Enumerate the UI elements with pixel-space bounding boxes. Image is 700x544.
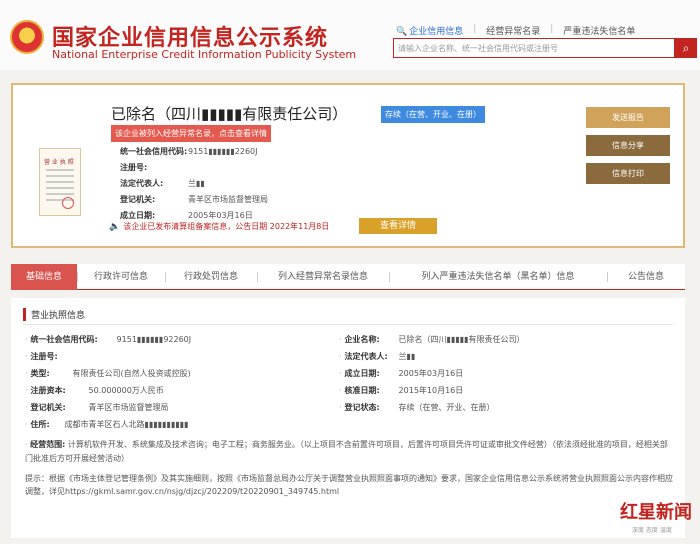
site-header: 国家企业信用信息公示系统 National Enterprise Credit … [0,0,700,70]
found-date-label: 成立日期: [120,210,156,220]
field-value: 青羊区市场监督管理局 [88,403,169,412]
summary-row-reg-no: 注册号: [120,159,268,175]
field-value: 2015年10月16日 [398,386,464,395]
liquidation-notice: 🔈 该企业已发布清算组备案信息，公告日期 2022年11月8日 [109,221,329,232]
summary-row-legal-rep: 法定代表人: 兰▮▮ [120,175,268,191]
field-value: 9151▮▮▮▮▮▮92260J [116,335,192,344]
watermark-slogan: 深度 态度 温度 [632,527,672,534]
legal-rep-value: 兰▮▮ [188,178,205,188]
field-reg-no: · 注册号: [25,351,117,362]
tab-basic-info[interactable]: 基础信息 [11,264,77,290]
company-summary: 统一社会信用代码: 9151▮▮▮▮▮▮2260J 注册号: 法定代表人: 兰▮… [120,143,268,223]
tab-admin-license[interactable]: 行政许可信息 [77,264,165,290]
field-value: 有限责任公司(自然人投资或控股) [72,369,191,378]
search-icon: 🔍 [396,27,408,37]
scope-text: 计算机软件开发、系统集成及技术咨询；电子工程；商务服务业。（以上项目不含前置许可… [25,440,668,463]
authority-label: 登记机关: [120,194,156,204]
search-icon: ⌕ [682,41,690,55]
speaker-icon: 🔈 [109,221,121,232]
reg-no-label: 注册号: [120,162,148,172]
found-date-value: 2005年03月16日 [188,210,253,220]
field-legal-rep: · 法定代表人: 兰▮▮ [339,352,416,361]
tab-divider: | [473,24,477,34]
view-details-button[interactable]: 查看详情 [359,218,437,234]
site-subtitle: National Enterprise Credit Information P… [52,48,357,61]
national-emblem-icon [10,20,44,54]
send-report-button[interactable]: 发送报告 [586,107,670,128]
credit-code-value: 9151▮▮▮▮▮▮2260J [188,146,258,156]
search-tab-abnormal-list[interactable]: 经营异常名录 [486,24,540,37]
tab-divider: | [550,24,554,34]
business-scope: · 经营范围: 计算机软件开发、系统集成及技术咨询；电子工程；商务服务业。（以上… [25,440,668,463]
adjustment-tip: 提示：根据《市场主体登记管理条例》及其实施细则，按照《市场监督总局办公厅关于调整… [25,474,673,496]
field-type: · 类型: 有限责任公司(自然人投资或控股) [25,369,191,378]
field-value: 存续（在营、开业、在册） [398,403,495,412]
tab-admin-penalty[interactable]: 行政处罚信息 [165,264,257,290]
field-label: 法定代表人: [344,352,388,361]
field-capital: · 注册资本: 50.000000万人民币 [25,386,164,395]
scope-label: 经营范围: [30,440,66,449]
tab-announcements[interactable]: 公告信息 [607,264,685,290]
field-value: 50.000000万人民币 [88,386,164,395]
field-label: 注册号: [30,352,58,361]
field-label: 类型: [30,369,50,378]
field-label: 统一社会信用代码: [30,335,98,344]
tab-blacklist[interactable]: 列入严重违法失信名单（黑名单）信息 [389,264,607,290]
field-label: 核准日期: [344,386,380,395]
license-caption: 营 业 执 照 [44,159,74,166]
field-reg-state: · 登记状态: 存续（在营、开业、在册） [339,403,495,412]
license-text-lines [46,169,74,171]
section-title: 营业执照信息 [23,308,85,321]
credit-code-label: 统一社会信用代码: [120,146,188,156]
section-divider [23,324,673,325]
tab-abnormal-list[interactable]: 列入经营异常名录信息 [257,264,389,290]
field-value: 2005年03月16日 [398,369,464,378]
field-company-name: · 企业名称: 已除名（四川▮▮▮▮▮有限责任公司） [339,335,525,344]
search-tabs: 🔍 企业信用信息 | 经营异常名录 | 严重违法失信名单 [396,24,635,37]
field-found-date: · 成立日期: 2005年03月16日 [339,369,464,378]
notice-text: 该企业已发布清算组备案信息，公告日期 2022年11月8日 [123,222,330,231]
field-label: 登记状态: [344,403,380,412]
summary-row-authority: 登记机关: 青羊区市场监督管理局 [120,191,268,207]
company-name: 已除名（四川▮▮▮▮▮有限责任公司） [111,105,348,123]
print-info-button[interactable]: 信息打印 [586,163,670,184]
field-value: 成都市青羊区石人北路▮▮▮▮▮▮▮▮▮▮ [64,420,189,429]
abnormal-list-warning[interactable]: 该企业被列入经营异常名录，点击查看详情 [111,125,271,142]
company-profile-card: 营 业 执 照 已除名（四川▮▮▮▮▮有限责任公司） 存续（在营、开业、在册） … [11,83,685,248]
share-info-button[interactable]: 信息分享 [586,135,670,156]
seal-icon [62,197,74,209]
field-label: 注册资本: [30,386,66,395]
status-badge: 存续（在营、开业、在册） [381,106,485,123]
business-license-image[interactable]: 营 业 执 照 [39,148,81,216]
field-approve-date: · 核准日期: 2015年10月16日 [339,386,464,395]
field-credit-code: · 统一社会信用代码: 9151▮▮▮▮▮▮92260J [25,335,192,344]
field-value: 已除名（四川▮▮▮▮▮有限责任公司） [398,335,525,344]
field-label: 登记机关: [30,403,66,412]
field-label: 企业名称: [344,335,380,344]
field-address: · 住所: 成都市青羊区石人北路▮▮▮▮▮▮▮▮▮▮ [25,420,189,429]
info-tabs: 基础信息 行政许可信息 行政处罚信息 列入经营异常名录信息 列入严重违法失信名单… [11,264,685,290]
field-authority: · 登记机关: 青羊区市场监督管理局 [25,403,169,412]
watermark-logo: 红星新闻 [620,502,692,523]
search-tab-blacklist[interactable]: 严重违法失信名单 [563,24,635,37]
search-button[interactable]: ⌕ [675,38,697,58]
search-tab-credit-info[interactable]: 🔍 企业信用信息 [396,24,463,37]
field-label: 成立日期: [344,369,380,378]
field-label: 住所: [30,420,50,429]
authority-value: 青羊区市场监督管理局 [188,194,268,204]
search-input[interactable]: 请输入企业名称、统一社会信用代码或注册号 [393,38,675,58]
license-details-panel: 营业执照信息 · 统一社会信用代码: 9151▮▮▮▮▮▮92260J · 企业名称:… [11,298,685,538]
field-value: 兰▮▮ [398,352,416,361]
summary-row-credit-code: 统一社会信用代码: 9151▮▮▮▮▮▮2260J [120,143,268,159]
legal-rep-label: 法定代表人: [120,178,164,188]
